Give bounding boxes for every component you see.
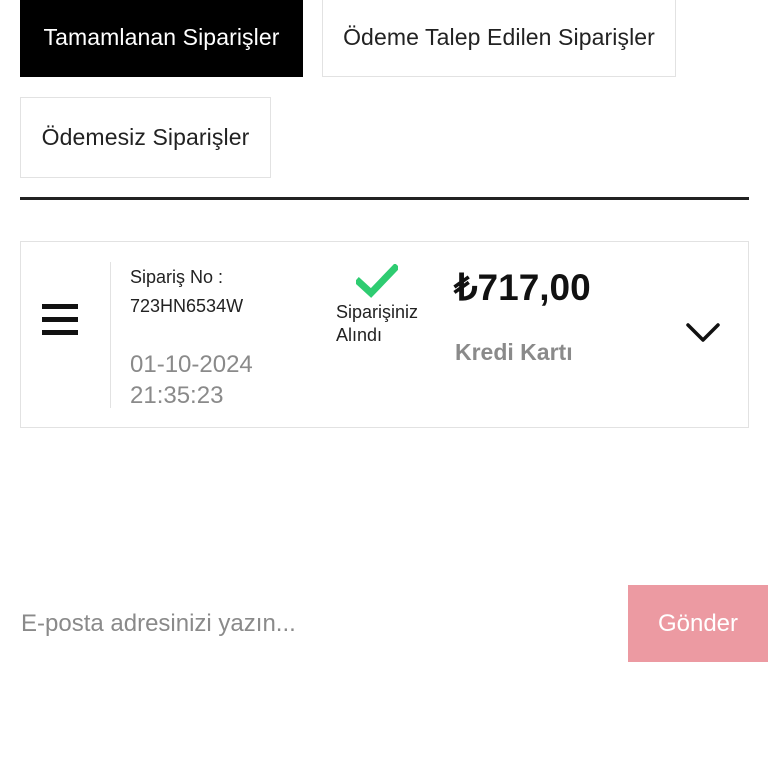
order-time: 21:35:23: [130, 382, 224, 409]
order-card: Sipariş No : 723HN6534W 01-10-2024 21:35…: [20, 241, 749, 428]
payment-method: Kredi Kartı: [455, 339, 573, 365]
tabs-divider: [20, 197, 749, 200]
order-datetime: 01-10-2024 21:35:23: [130, 349, 253, 411]
order-number-label: Sipariş No :: [130, 267, 224, 287]
menu-icon[interactable]: [42, 304, 78, 336]
order-status-line1: Siparişiniz: [336, 302, 419, 322]
tab-completed-orders[interactable]: Tamamlanan Siparişler: [20, 0, 303, 77]
newsletter-submit-button[interactable]: Gönder: [628, 585, 768, 662]
tab-payment-requested-orders[interactable]: Ödeme Talep Edilen Siparişler: [322, 0, 676, 77]
order-date: 01-10-2024: [130, 351, 253, 378]
order-status-line2: Alındı: [336, 325, 383, 345]
order-number: 723HN6534W: [130, 296, 244, 316]
newsletter-email-input[interactable]: [0, 585, 628, 662]
tab-unpaid-orders[interactable]: Ödemesiz Siparişler: [20, 97, 271, 178]
order-price: ₺717,00: [454, 267, 591, 308]
check-icon: [356, 264, 398, 298]
card-separator: [110, 262, 111, 408]
order-status: Siparişiniz Alındı: [336, 301, 446, 347]
chevron-down-icon[interactable]: [685, 322, 721, 344]
